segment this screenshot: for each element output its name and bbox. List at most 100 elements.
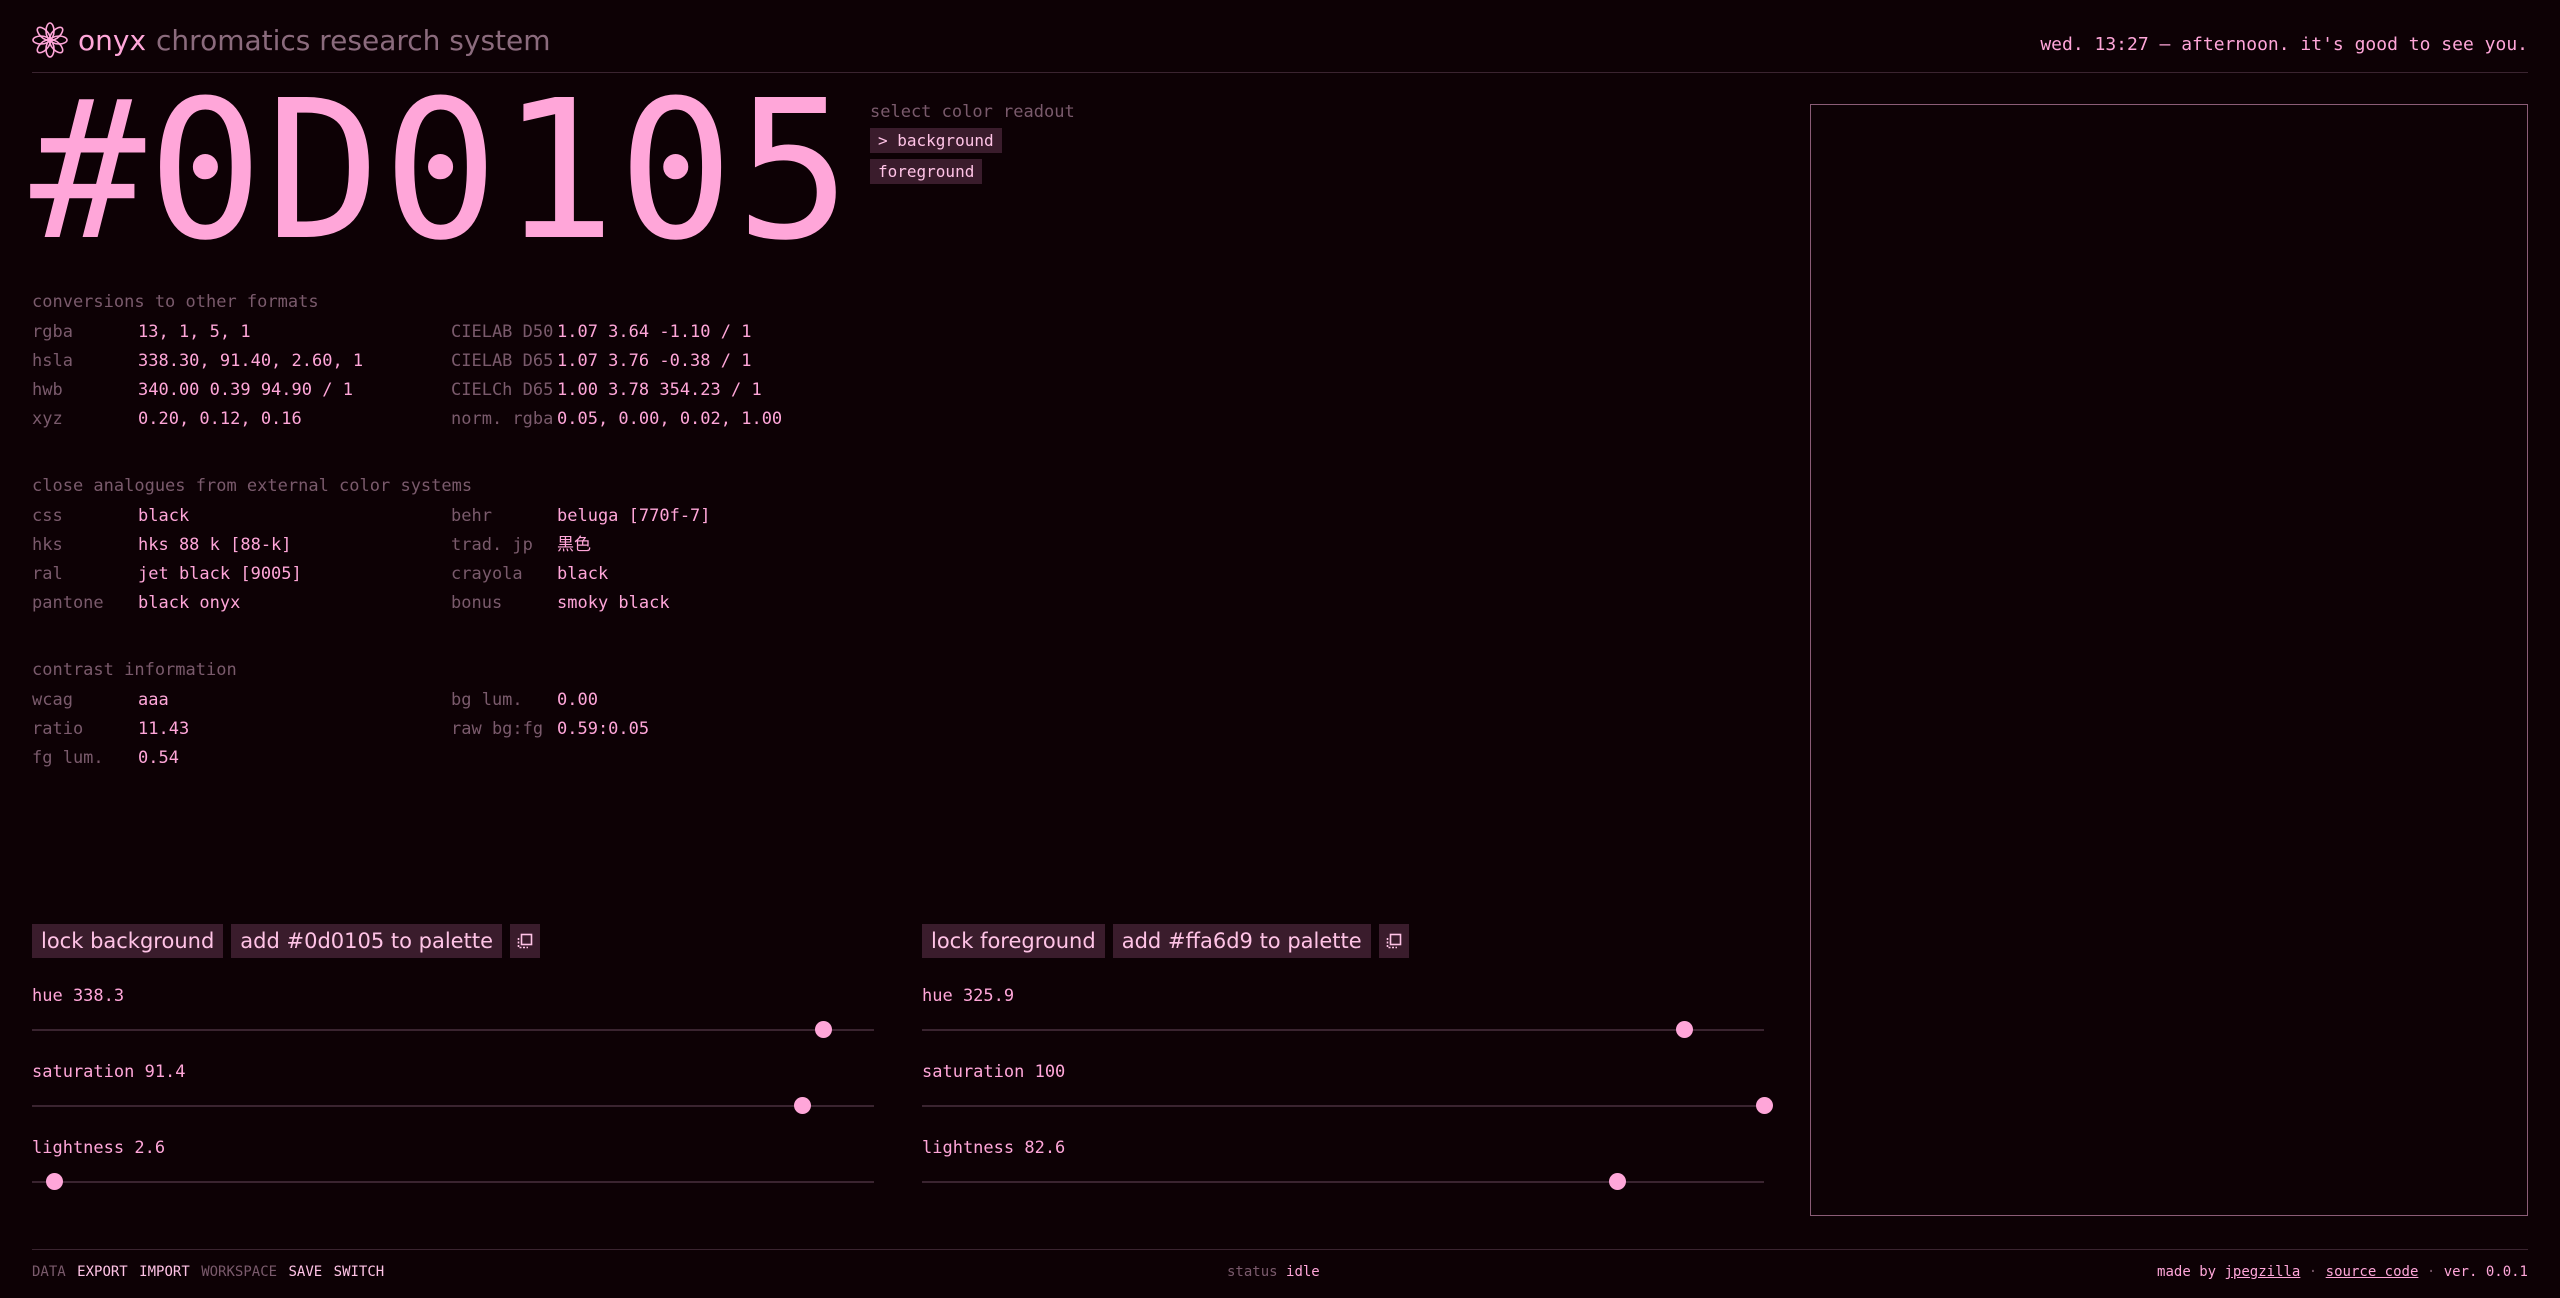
analogue-value: beluga [770f-7]	[557, 506, 711, 526]
conversion-key: CIELAB D50	[451, 322, 554, 342]
fg-hue-thumb[interactable]	[1676, 1021, 1694, 1038]
footer-credits: made by jpegzilla · source code · ver. 0…	[2157, 1264, 2528, 1280]
contrast-value: 0.54	[138, 748, 179, 768]
conversion-value: 0.20, 0.12, 0.16	[138, 409, 302, 429]
copy-foreground-button[interactable]	[1378, 924, 1409, 958]
contrast-row: wcag aaa	[32, 686, 189, 715]
analogue-value: jet black [9005]	[138, 564, 302, 584]
contrast-title: contrast information	[32, 660, 237, 680]
import-button[interactable]: IMPORT	[139, 1264, 190, 1280]
flower-logo-icon	[32, 22, 68, 58]
bg-hue-label: hue 338.3	[32, 986, 125, 1006]
conversion-value: 1.07 3.64 -1.10 / 1	[557, 322, 752, 342]
analogue-value: smoky black	[557, 593, 670, 613]
conversion-row: CIELAB D50 1.07 3.64 -1.10 / 1	[451, 318, 782, 347]
contrast-key: wcag	[32, 690, 73, 710]
app-footer: DATA EXPORT IMPORT WORKSPACE SAVE SWITCH…	[32, 1249, 2528, 1298]
bg-lightness-thumb[interactable]	[45, 1173, 63, 1190]
fg-hue-slider[interactable]	[922, 1021, 1764, 1038]
lock-background-button[interactable]: lock background	[32, 924, 224, 958]
save-button[interactable]: SAVE	[288, 1264, 322, 1280]
analogue-row: pantone black onyx	[32, 589, 302, 618]
analogue-row: bonus smoky black	[451, 589, 711, 618]
analogue-row: trad. jp 黒色	[451, 531, 711, 560]
status-indicator: status idle	[1227, 1264, 1320, 1280]
contrast-value: 11.43	[138, 719, 190, 739]
analogue-key: ral	[32, 564, 63, 584]
contrast-key: ratio	[32, 719, 84, 739]
fg-saturation-slider[interactable]	[922, 1097, 1773, 1114]
made-by-text: made by	[2157, 1264, 2217, 1280]
author-link[interactable]: jpegzilla	[2225, 1264, 2301, 1280]
conversion-row: CIELAB D65 1.07 3.76 -0.38 / 1	[451, 347, 782, 376]
conversion-key: hwb	[32, 380, 63, 400]
status-value: idle	[1286, 1264, 1320, 1280]
lock-foreground-button[interactable]: lock foreground	[922, 924, 1105, 958]
version-text: ver. 0.0.1	[2443, 1264, 2528, 1280]
brand-subtitle: chromatics research system	[156, 23, 551, 57]
analogue-row: css black	[32, 502, 302, 531]
readout-option-foreground[interactable]: foreground	[870, 159, 983, 184]
source-code-link[interactable]: source code	[2326, 1264, 2419, 1280]
contrast-right: bg lum. 0.00 raw bg:fg 0.59:0.05	[451, 686, 649, 744]
analogue-key: behr	[451, 506, 492, 526]
contrast-key: raw bg:fg	[451, 719, 544, 739]
bg-saturation-slider[interactable]	[32, 1097, 874, 1114]
fg-lightness-label: lightness 82.6	[922, 1138, 1066, 1158]
footer-actions: DATA EXPORT IMPORT WORKSPACE SAVE SWITCH	[32, 1264, 384, 1280]
analogue-value: black	[557, 564, 609, 584]
add-background-to-palette-button[interactable]: add #0d0105 to palette	[231, 924, 502, 958]
analogue-key: css	[32, 506, 63, 526]
contrast-row: fg lum. 0.54	[32, 744, 189, 773]
conversions-title: conversions to other formats	[32, 292, 319, 312]
copy-icon	[517, 933, 533, 949]
contrast-row: ratio 11.43	[32, 715, 189, 744]
analogues-right: behr beluga [770f-7] trad. jp 黒色 crayola bl…	[451, 502, 711, 618]
conversion-value: 1.00 3.78 354.23 / 1	[557, 380, 762, 400]
switch-button[interactable]: SWITCH	[334, 1264, 385, 1280]
fg-lightness-slider[interactable]	[922, 1173, 1764, 1190]
analogues-left: css black hks hks 88 k [88-k] ral jet black…	[32, 502, 302, 618]
fg-saturation-thumb[interactable]	[1756, 1097, 1773, 1114]
contrast-key: bg lum.	[451, 690, 523, 710]
analogue-row: behr beluga [770f-7]	[451, 502, 711, 531]
conversion-row: hsla 338.30, 91.40, 2.60, 1	[32, 347, 363, 376]
conversion-key: CIELAB D65	[451, 351, 554, 371]
add-foreground-to-palette-button[interactable]: add #ffa6d9 to palette	[1112, 924, 1371, 958]
analogue-value: black onyx	[138, 593, 241, 613]
readout-option-background[interactable]: > background	[870, 128, 1002, 153]
analogues-title: close analogues from external color syst…	[32, 476, 473, 496]
bg-hue-slider[interactable]	[32, 1021, 874, 1038]
brand-name: onyx	[78, 23, 147, 57]
analogue-row: crayola black	[451, 560, 711, 589]
contrast-left: wcag aaa ratio 11.43 fg lum. 0.54	[32, 686, 189, 773]
conversion-value: 338.30, 91.40, 2.60, 1	[138, 351, 364, 371]
conversion-value: 0.05, 0.00, 0.02, 1.00	[557, 409, 783, 429]
greeting-text: wed. 13:27 — afternoon. it's good to see…	[2040, 34, 2528, 55]
conversion-row: norm. rgba 0.05, 0.00, 0.02, 1.00	[451, 405, 782, 434]
analogue-value: hks 88 k [88-k]	[138, 535, 292, 555]
bg-saturation-label: saturation 91.4	[32, 1062, 186, 1082]
export-button[interactable]: EXPORT	[77, 1264, 128, 1280]
bg-lightness-label: lightness 2.6	[32, 1138, 166, 1158]
conversion-key: norm. rgba	[451, 409, 554, 429]
conversion-row: rgba 13, 1, 5, 1	[32, 318, 363, 347]
copy-background-button[interactable]	[510, 924, 540, 958]
readout-selector: select color readout > background foregr…	[870, 102, 1075, 184]
analogue-key: trad. jp	[451, 535, 533, 555]
bg-saturation-thumb[interactable]	[793, 1097, 811, 1114]
analogue-key: bonus	[451, 593, 503, 613]
analogue-key: hks	[32, 535, 63, 555]
bg-lightness-slider[interactable]	[32, 1173, 874, 1190]
contrast-key: fg lum.	[32, 748, 104, 768]
fg-lightness-thumb[interactable]	[1609, 1173, 1627, 1190]
conversion-value: 13, 1, 5, 1	[138, 322, 251, 342]
conversion-key: xyz	[32, 409, 63, 429]
hex-value: #0D0105	[30, 60, 854, 283]
conversion-key: CIELCh D65	[451, 380, 554, 400]
contrast-value: 0.00	[557, 690, 598, 710]
conversion-value: 340.00 0.39 94.90 / 1	[138, 380, 353, 400]
contrast-row: bg lum. 0.00	[451, 686, 649, 715]
bg-hue-thumb[interactable]	[815, 1021, 833, 1038]
analogue-value: black	[138, 506, 190, 526]
